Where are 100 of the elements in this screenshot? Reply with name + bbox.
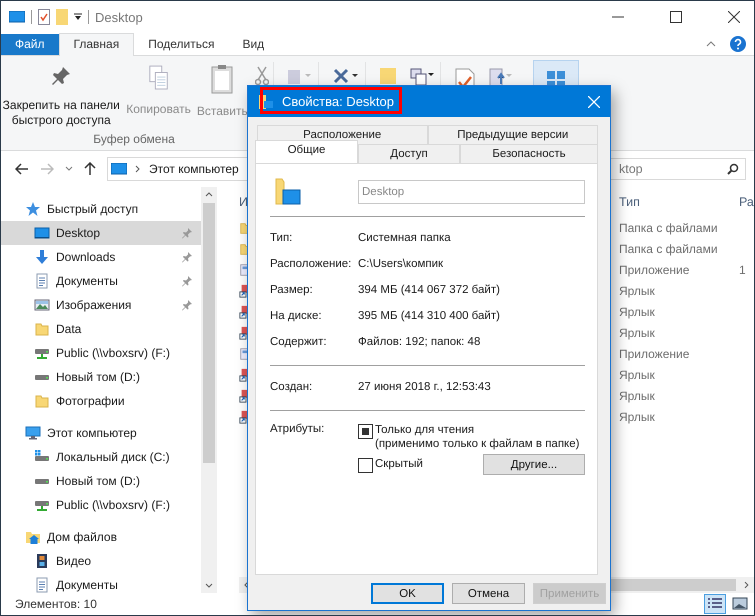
search-icon[interactable] bbox=[727, 163, 739, 175]
nav-item[interactable]: Видео bbox=[1, 549, 201, 573]
star-icon bbox=[25, 201, 41, 217]
close-icon[interactable] bbox=[728, 11, 740, 23]
ribbon-tab[interactable]: Главная bbox=[58, 33, 134, 56]
pc-icon bbox=[25, 425, 41, 441]
dialog-tab[interactable]: Безопасность bbox=[460, 144, 598, 163]
checklist-icon[interactable] bbox=[38, 9, 50, 25]
dropdown-icon[interactable] bbox=[74, 13, 82, 21]
nav-item[interactable]: Изображения bbox=[1, 293, 201, 317]
document-icon bbox=[34, 273, 50, 289]
ribbon-button[interactable]: Закрепить на панели быстрого доступа bbox=[1, 64, 124, 128]
up-arrow-icon[interactable] bbox=[84, 162, 96, 176]
down-arrow-icon bbox=[34, 249, 50, 265]
list-icon bbox=[707, 597, 723, 611]
nav-item[interactable]: Public (\\vboxsrv) (F:) bbox=[1, 493, 201, 517]
checkbox-label[interactable]: Скрытый bbox=[375, 457, 423, 471]
nav-item[interactable]: Data bbox=[1, 317, 201, 341]
search-field[interactable]: ktop bbox=[619, 162, 643, 176]
table-cell: Папка с файлами bbox=[619, 220, 718, 234]
nav-item[interactable]: Desktop bbox=[1, 221, 201, 245]
breadcrumb[interactable]: Этот компьютер bbox=[149, 162, 239, 176]
image-icon bbox=[34, 297, 50, 313]
pin-icon[interactable] bbox=[181, 251, 193, 263]
scroll-up-icon[interactable] bbox=[205, 191, 213, 197]
pin-icon[interactable] bbox=[181, 275, 193, 287]
column-header[interactable]: Ра bbox=[739, 195, 754, 209]
folder-icon bbox=[34, 393, 50, 409]
nav-item[interactable]: Локальный диск (C:) bbox=[1, 445, 201, 469]
checkbox-label[interactable]: Только для чтения bbox=[375, 423, 580, 437]
monitor-icon bbox=[9, 11, 25, 23]
property-value: Файлов: 192; папок: 48 bbox=[358, 336, 480, 348]
column-header[interactable]: Тип bbox=[619, 195, 640, 209]
dialog-tab[interactable]: Общие bbox=[255, 140, 358, 163]
nav-item[interactable]: Этот компьютер bbox=[1, 421, 201, 445]
ribbon-tab[interactable]: Поделиться bbox=[134, 34, 228, 55]
dialog-button[interactable]: Отмена bbox=[452, 583, 525, 604]
scissors-icon[interactable] bbox=[254, 66, 269, 86]
advanced-button[interactable]: Другие... bbox=[483, 454, 585, 475]
delete-icon[interactable] bbox=[333, 68, 359, 84]
scrollbar-thumb[interactable] bbox=[203, 203, 215, 463]
group-label: Буфер обмена bbox=[93, 132, 175, 146]
nav-item[interactable]: Public (\\vboxsrv) (F:) bbox=[1, 341, 201, 365]
film-icon bbox=[34, 553, 50, 569]
checkbox[interactable] bbox=[358, 424, 373, 439]
table-cell: 1 bbox=[739, 262, 746, 276]
name-field[interactable]: Desktop bbox=[358, 180, 585, 204]
property-label: Атрибуты: bbox=[270, 423, 326, 435]
scroll-down-icon[interactable] bbox=[205, 583, 213, 589]
property-label: Создан: bbox=[270, 381, 314, 393]
folder-icon bbox=[258, 94, 274, 110]
nav-item[interactable]: Новый том (D:) bbox=[1, 365, 201, 389]
dialog-title: Свойства: Desktop bbox=[282, 94, 394, 109]
property-label: Размер: bbox=[270, 284, 314, 296]
property-label: Расположение: bbox=[270, 258, 352, 270]
property-value: 395 МБ (414 310 400 байт) bbox=[358, 310, 500, 322]
ribbon-tab[interactable]: Файл bbox=[1, 34, 59, 55]
table-cell: Ярлык bbox=[619, 368, 655, 382]
image-icon bbox=[732, 597, 748, 611]
table-cell: Ярлык bbox=[619, 410, 655, 424]
table-cell: Приложение bbox=[619, 346, 690, 360]
document-icon bbox=[34, 577, 50, 593]
property-label: Содержит: bbox=[270, 336, 328, 348]
clipboard-icon bbox=[211, 64, 234, 94]
chevron-down-icon[interactable] bbox=[65, 166, 73, 172]
table-cell: Приложение bbox=[619, 262, 690, 276]
maximize-icon[interactable] bbox=[670, 11, 682, 23]
scroll-right-icon[interactable] bbox=[744, 581, 750, 589]
folder-icon bbox=[275, 178, 301, 206]
window-title: Desktop bbox=[95, 10, 143, 24]
property-value: 394 МБ (414 067 372 байт) bbox=[358, 284, 500, 296]
dialog-tab[interactable]: Предыдущие версии bbox=[428, 125, 598, 144]
copy-icon[interactable] bbox=[410, 68, 434, 86]
folder-icon bbox=[34, 321, 50, 337]
checkbox[interactable] bbox=[358, 458, 373, 473]
chevron-right-icon[interactable] bbox=[135, 165, 141, 173]
nav-item[interactable]: Фотографии bbox=[1, 389, 201, 413]
help-icon[interactable] bbox=[730, 36, 746, 52]
ribbon-tab[interactable]: Вид bbox=[228, 34, 278, 55]
dialog-tab[interactable]: Доступ bbox=[358, 144, 460, 163]
property-value: 27 июня 2018 г., 12:53:43 bbox=[358, 381, 491, 393]
nav-item[interactable]: Новый том (D:) bbox=[1, 469, 201, 493]
pin-icon[interactable] bbox=[181, 299, 193, 311]
dialog-button[interactable]: OK bbox=[371, 583, 444, 604]
table-cell: Ярлык bbox=[619, 304, 655, 318]
item-count: Элементов: 10 bbox=[15, 597, 97, 611]
nav-item[interactable]: Downloads bbox=[1, 245, 201, 269]
collapse-icon[interactable] bbox=[706, 41, 716, 47]
nav-item[interactable]: Документы bbox=[1, 573, 201, 597]
property-label: На диске: bbox=[270, 310, 323, 322]
nav-item[interactable]: Документы bbox=[1, 269, 201, 293]
nav-item[interactable]: Дом файлов bbox=[1, 525, 201, 549]
back-arrow-icon[interactable] bbox=[15, 163, 29, 175]
details-view-button[interactable] bbox=[704, 594, 726, 614]
property-value: Системная папка bbox=[358, 232, 451, 244]
monitor-icon bbox=[111, 163, 127, 175]
nav-item[interactable]: Быстрый доступ bbox=[1, 197, 201, 221]
property-label: Тип: bbox=[270, 232, 294, 244]
home-folder-icon bbox=[25, 529, 41, 545]
column-header[interactable]: И bbox=[239, 195, 248, 209]
